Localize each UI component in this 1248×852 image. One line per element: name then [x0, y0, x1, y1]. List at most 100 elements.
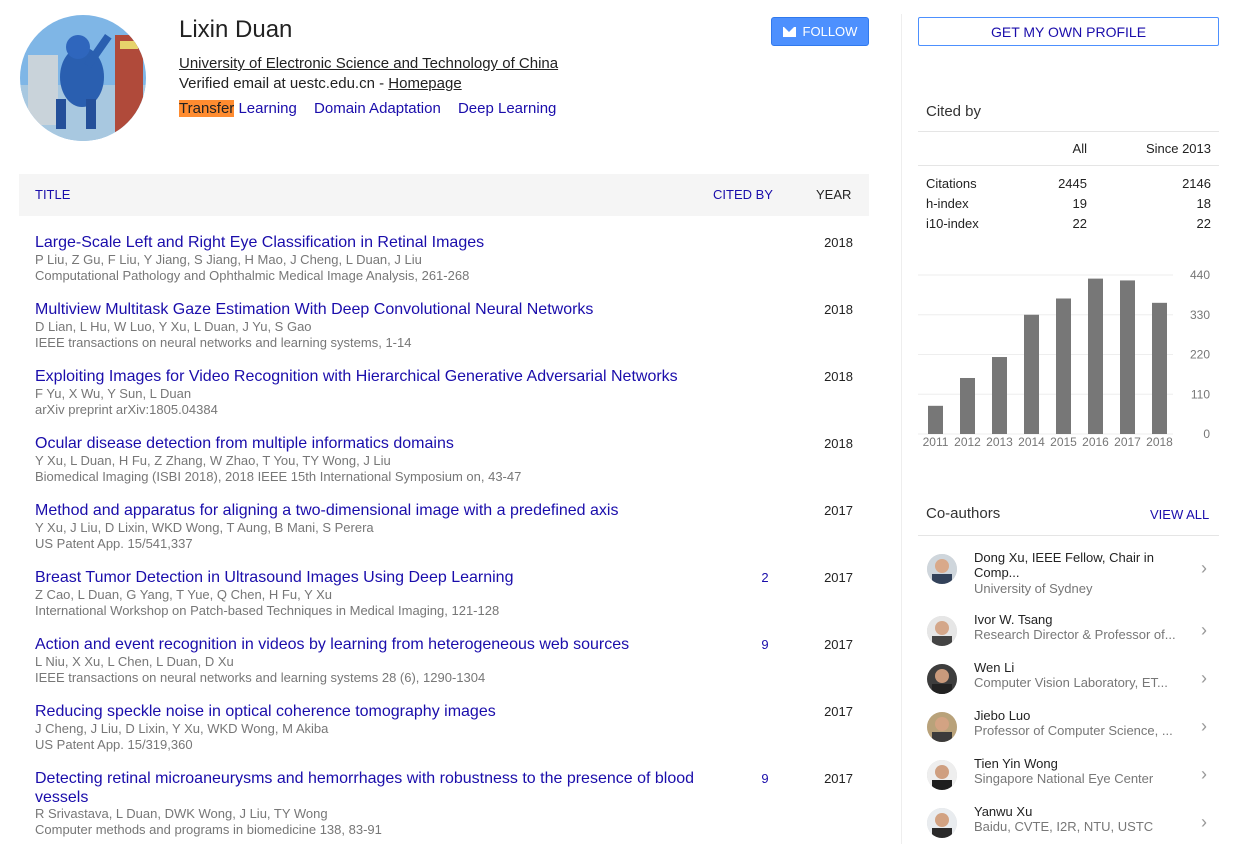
y-tick-label: 440 [1190, 268, 1210, 282]
article-year: 2017 [824, 503, 853, 518]
stat-all: 2445 [1058, 176, 1087, 191]
stat-since: 22 [1196, 216, 1211, 231]
article-year: 2018 [824, 302, 853, 317]
article-venue: Computational Pathology and Ophthalmic M… [35, 268, 470, 283]
follow-button[interactable]: FOLLOW [771, 17, 869, 46]
avatar [927, 554, 957, 584]
interest-deep-learning[interactable]: Deep Learning [458, 100, 556, 117]
coauthor-affiliation: University of Sydney [974, 581, 1093, 596]
article-title[interactable]: Multiview Multitask Gaze Estimation With… [35, 300, 705, 319]
article-title[interactable]: Method and apparatus for aligning a two-… [35, 501, 705, 520]
x-tick-label: 2012 [954, 435, 981, 449]
chart-bar-2017[interactable] [1120, 280, 1135, 434]
coauthor-item[interactable]: Dong Xu, IEEE Fellow, Chair in Comp... U… [918, 550, 1219, 598]
coauthor-affiliation: Baidu, CVTE, I2R, NTU, USTC [974, 819, 1154, 834]
coauthor-item[interactable]: Tien Yin Wong Singapore National Eye Cen… [918, 756, 1219, 804]
article-title[interactable]: Large-Scale Left and Right Eye Classific… [35, 233, 705, 252]
article-title[interactable]: Ocular disease detection from multiple i… [35, 434, 705, 453]
avatar [927, 760, 957, 790]
article-venue: US Patent App. 15/319,360 [35, 737, 193, 752]
chart-bar-2015[interactable] [1056, 298, 1071, 434]
article-venue: IEEE transactions on neural networks and… [35, 670, 486, 685]
interest-transfer-learning[interactable]: Transfer Learning [179, 100, 297, 117]
article-year: 2018 [824, 436, 853, 451]
article-authors: Y Xu, J Liu, D Lixin, WKD Wong, T Aung, … [35, 520, 374, 535]
sort-by-title[interactable]: TITLE [35, 187, 70, 202]
stat-all: 19 [1072, 196, 1087, 211]
divider [918, 535, 1219, 536]
chevron-right-icon: › [1201, 812, 1207, 832]
col-all-header: All [1072, 141, 1087, 156]
chart-svg: 440 330 220 110 0 2011 2012 2013 2014 2015 2016 201… [918, 268, 1210, 449]
article-year: 2018 [824, 369, 853, 384]
article-authors: Y Xu, L Duan, H Fu, Z Zhang, W Zhao, T Y… [35, 453, 391, 468]
article-venue: Biomedical Imaging (ISBI 2018), 2018 IEE… [35, 469, 522, 484]
stat-since: 18 [1196, 196, 1211, 211]
chevron-right-icon: › [1201, 668, 1207, 688]
article-title[interactable]: Action and event recognition in videos b… [35, 635, 705, 654]
chevron-right-icon: › [1201, 558, 1207, 578]
avatar [927, 664, 957, 694]
avatar [927, 712, 957, 742]
x-tick-label: 2014 [1018, 435, 1045, 449]
interest-label: Deep Learning [457, 100, 557, 117]
view-all-coauthors-link[interactable]: VIEW ALL [1150, 507, 1209, 522]
y-tick-label: 0 [1203, 427, 1210, 441]
sort-by-cited[interactable]: CITED BY [713, 187, 773, 202]
article-authors: J Cheng, J Liu, D Lixin, Y Xu, WKD Wong,… [35, 721, 329, 736]
coauthor-affiliation: Research Director & Professor of... [974, 627, 1176, 642]
email-text: Verified email at uestc.edu.cn - [179, 75, 389, 92]
cited-count[interactable]: 2 [755, 570, 775, 585]
articles-table-header: TITLE CITED BY YEAR [19, 174, 869, 216]
article-title[interactable]: Exploiting Images for Video Recognition … [35, 367, 705, 386]
chart-bar-2018[interactable] [1152, 302, 1167, 434]
coauthors-title: Co-authors [926, 505, 1001, 522]
column-divider [901, 14, 902, 844]
chart-bar-2013[interactable] [992, 357, 1007, 434]
article-year: 2017 [824, 570, 853, 585]
profile-photo [20, 15, 146, 141]
coauthor-item[interactable]: Ivor W. Tsang Research Director & Profes… [918, 612, 1219, 660]
coauthor-affiliation: Singapore National Eye Center [974, 771, 1154, 786]
article-year: 2017 [824, 637, 853, 652]
article-venue: arXiv preprint arXiv:1805.04384 [35, 402, 218, 417]
coauthor-item[interactable]: Wen Li Computer Vision Laboratory, ET...… [918, 660, 1219, 708]
research-interests: Transfer Learning Domain Adaptation Deep… [179, 100, 569, 117]
interest-domain-adaptation[interactable]: Domain Adaptation [314, 100, 441, 117]
cited-count[interactable]: 9 [755, 637, 775, 652]
article-year: 2018 [824, 235, 853, 250]
coauthor-affiliation: Computer Vision Laboratory, ET... [974, 675, 1168, 690]
search-highlight: Transfer [179, 100, 235, 117]
article-authors: D Lian, L Hu, W Luo, Y Xu, L Duan, J Yu,… [35, 319, 312, 334]
coauthor-item[interactable]: Yanwu Xu Baidu, CVTE, I2R, NTU, USTC › [918, 804, 1219, 852]
chart-bar-2012[interactable] [960, 377, 975, 434]
article-authors: P Liu, Z Gu, F Liu, Y Jiang, S Jiang, H … [35, 252, 422, 267]
coauthor-name: Tien Yin Wong [974, 756, 1058, 771]
article-title[interactable]: Reducing speckle noise in optical cohere… [35, 702, 705, 721]
stat-since: 2146 [1182, 176, 1211, 191]
article-title[interactable]: Detecting retinal microaneurysms and hem… [35, 769, 705, 807]
coauthor-affiliation: Professor of Computer Science, ... [974, 723, 1173, 738]
chevron-right-icon: › [1201, 764, 1207, 784]
cited-by-title: Cited by [926, 103, 982, 120]
divider [918, 131, 1219, 132]
follow-label: FOLLOW [802, 24, 858, 39]
coauthor-item[interactable]: Jiebo Luo Professor of Computer Science,… [918, 708, 1219, 756]
sort-by-year[interactable]: YEAR [816, 187, 851, 202]
get-my-own-profile-button[interactable]: GET MY OWN PROFILE [918, 17, 1219, 46]
article-title[interactable]: Breast Tumor Detection in Ultrasound Ima… [35, 568, 705, 587]
chevron-right-icon: › [1201, 620, 1207, 640]
cited-count[interactable]: 9 [755, 771, 775, 786]
article-authors: R Srivastava, L Duan, DWK Wong, J Liu, T… [35, 806, 328, 821]
y-tick-label: 330 [1190, 308, 1210, 322]
y-tick-label: 220 [1190, 348, 1210, 362]
article-year: 2017 [824, 704, 853, 719]
affiliation-link[interactable]: University of Electronic Science and Tec… [179, 55, 558, 72]
chart-bar-2016[interactable] [1088, 278, 1103, 434]
homepage-link[interactable]: Homepage [388, 75, 461, 92]
chart-bar-2011[interactable] [928, 405, 943, 434]
x-tick-label: 2018 [1146, 435, 1173, 449]
y-tick-label: 110 [1191, 387, 1210, 401]
article-venue: US Patent App. 15/541,337 [35, 536, 193, 551]
chart-bar-2014[interactable] [1024, 314, 1039, 434]
